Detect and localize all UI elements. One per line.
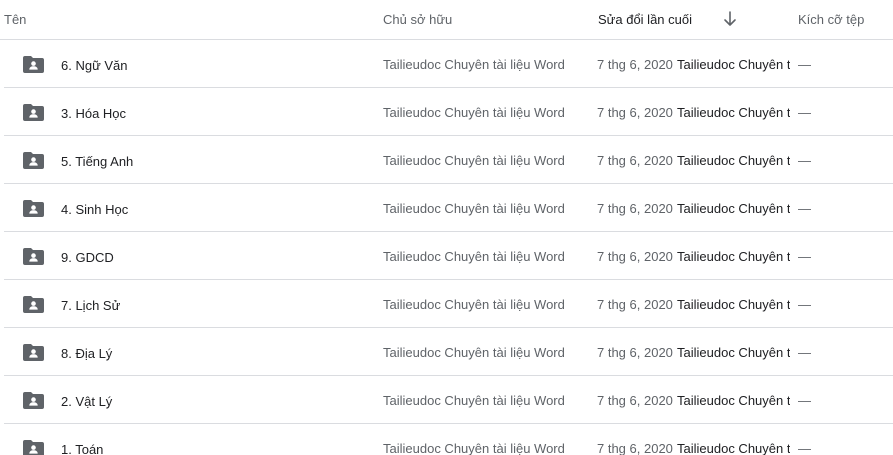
shared-folder-icon — [23, 152, 44, 169]
table-row[interactable]: 8. Địa Lý Tailieudoc Chuyên tài liệu Word… — [0, 328, 893, 376]
file-name: 5. Tiếng Anh — [61, 154, 134, 169]
file-owner: Tailieudoc Chuyên tài liệu Word — [383, 297, 565, 312]
column-header-name[interactable]: Tên — [4, 12, 26, 27]
shared-folder-icon — [23, 56, 44, 73]
shared-folder-icon — [23, 440, 44, 455]
file-size: — — [798, 297, 811, 312]
file-owner: Tailieudoc Chuyên tài liệu Word — [383, 105, 565, 120]
last-modified-date: 7 thg 6, 2020 — [597, 249, 673, 264]
file-owner: Tailieudoc Chuyên tài liệu Word — [383, 345, 565, 360]
file-size: — — [798, 249, 811, 264]
file-name: 1. Toán — [61, 442, 104, 455]
file-size: — — [798, 393, 811, 408]
last-modified-date: 7 thg 6, 2020 — [597, 345, 673, 360]
file-name: 2. Vật Lý — [61, 394, 113, 409]
shared-folder-icon — [23, 392, 44, 409]
file-name: 7. Lịch Sử — [61, 298, 121, 313]
shared-folder-icon — [23, 248, 44, 265]
table-row[interactable]: 6. Ngữ Văn Tailieudoc Chuyên tài liệu Wor… — [0, 40, 893, 88]
file-owner: Tailieudoc Chuyên tài liệu Word — [383, 249, 565, 264]
table-row[interactable]: 4. Sinh Học Tailieudoc Chuyên tài liệu Wo… — [0, 184, 893, 232]
last-modified-date: 7 thg 6, 2020 — [597, 297, 673, 312]
table-row[interactable]: 2. Vật Lý Tailieudoc Chuyên tài liệu Word… — [0, 376, 893, 424]
last-modified-date: 7 thg 6, 2020 — [597, 393, 673, 408]
file-owner: Tailieudoc Chuyên tài liệu Word — [383, 393, 565, 408]
last-modified-by: Tailieudoc Chuyên tài liệu Word — [677, 57, 790, 72]
arrow-down-icon[interactable] — [723, 11, 737, 27]
last-modified-by: Tailieudoc Chuyên tài liệu Word — [677, 201, 790, 216]
file-owner: Tailieudoc Chuyên tài liệu Word — [383, 57, 565, 72]
last-modified-by: Tailieudoc Chuyên tài liệu Word — [677, 393, 790, 408]
table-row[interactable]: 7. Lịch Sử Tailieudoc Chuyên tài liệu Wor… — [0, 280, 893, 328]
last-modified-by: Tailieudoc Chuyên tài liệu Word — [677, 153, 790, 168]
last-modified-by: Tailieudoc Chuyên tài liệu Word — [677, 441, 790, 455]
column-header-file-size[interactable]: Kích cỡ tệp — [798, 12, 864, 27]
file-name: 3. Hóa Học — [61, 106, 127, 121]
file-name: 6. Ngữ Văn — [61, 58, 128, 73]
file-size: — — [798, 105, 811, 120]
last-modified-date: 7 thg 6, 2020 — [597, 57, 673, 72]
last-modified-by: Tailieudoc Chuyên tài liệu Word — [677, 345, 790, 360]
file-size: — — [798, 153, 811, 168]
file-size: — — [798, 57, 811, 72]
column-header-row: Tên Chủ sở hữu Sửa đổi lần cuối Kích cỡ … — [0, 0, 893, 40]
file-owner: Tailieudoc Chuyên tài liệu Word — [383, 441, 565, 455]
table-row[interactable]: 3. Hóa Học Tailieudoc Chuyên tài liệu Wor… — [0, 88, 893, 136]
file-size: — — [798, 441, 811, 455]
file-name: 8. Địa Lý — [61, 346, 113, 361]
file-name: 4. Sinh Học — [61, 202, 129, 217]
file-rows: 6. Ngữ Văn Tailieudoc Chuyên tài liệu Wor… — [0, 40, 893, 455]
column-header-owner[interactable]: Chủ sở hữu — [383, 12, 452, 27]
file-owner: Tailieudoc Chuyên tài liệu Word — [383, 153, 565, 168]
column-header-last-modified[interactable]: Sửa đổi lần cuối — [598, 12, 692, 27]
file-size: — — [798, 201, 811, 216]
last-modified-by: Tailieudoc Chuyên tài liệu Word — [677, 249, 790, 264]
shared-folder-icon — [23, 104, 44, 121]
last-modified-date: 7 thg 6, 2020 — [597, 105, 673, 120]
shared-folder-icon — [23, 344, 44, 361]
last-modified-date: 7 thg 6, 2020 — [597, 153, 673, 168]
table-row[interactable]: 5. Tiếng Anh Tailieudoc Chuyên tài liệu W… — [0, 136, 893, 184]
file-list: Tên Chủ sở hữu Sửa đổi lần cuối Kích cỡ … — [0, 0, 893, 455]
last-modified-date: 7 thg 6, 2020 — [597, 441, 673, 455]
last-modified-date: 7 thg 6, 2020 — [597, 201, 673, 216]
shared-folder-icon — [23, 296, 44, 313]
last-modified-by: Tailieudoc Chuyên tài liệu Word — [677, 297, 790, 312]
file-name: 9. GDCD — [61, 250, 114, 265]
table-row[interactable]: 9. GDCD Tailieudoc Chuyên tài liệu Word 7 … — [0, 232, 893, 280]
file-owner: Tailieudoc Chuyên tài liệu Word — [383, 201, 565, 216]
file-size: — — [798, 345, 811, 360]
shared-folder-icon — [23, 200, 44, 217]
last-modified-by: Tailieudoc Chuyên tài liệu Word — [677, 105, 790, 120]
table-row[interactable]: 1. Toán Tailieudoc Chuyên tài liệu Word 7 … — [0, 424, 893, 455]
